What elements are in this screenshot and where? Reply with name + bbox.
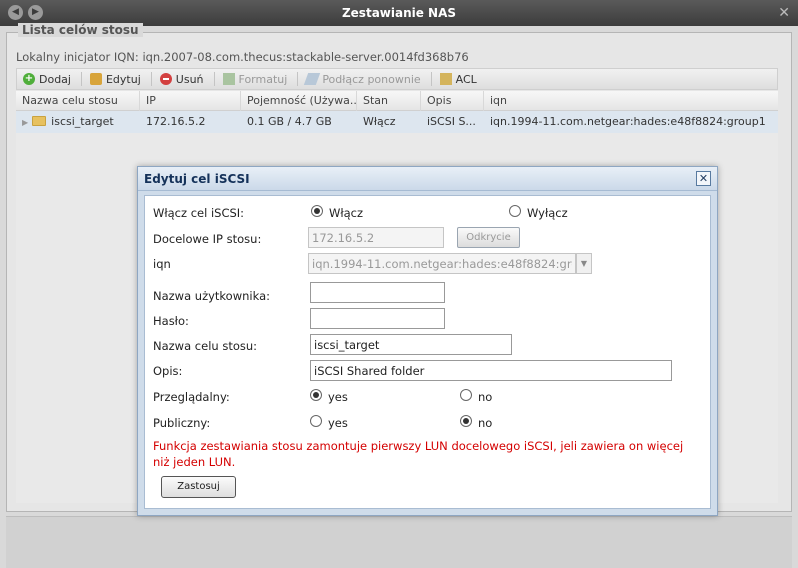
reconnect-button[interactable]: Podłącz ponownie [304,73,421,86]
row-status: Włącz [363,115,396,128]
edit-button[interactable]: Edytuj [89,73,141,86]
enable-off-label: Wyłącz [527,206,568,220]
password-input[interactable] [310,308,445,329]
window-title: Zestawianie NAS [341,6,457,20]
dialog-title: Edytuj cel iSCSI [144,172,250,186]
warning-text: Funkcja zestawiania stosu zamontuje pier… [153,439,684,469]
target-name-input[interactable] [310,334,512,355]
browsable-yes-label: yes [328,390,348,404]
password-label: Hasło: [153,314,189,328]
row-desc: iSCSI S... [427,115,476,128]
expand-icon[interactable]: ▶ [22,112,28,133]
add-button[interactable]: + Dodaj [23,73,71,86]
local-iqn: Lokalny inicjator IQN: iqn.2007-08.com.t… [16,50,469,64]
delete-icon [159,73,172,85]
discover-button[interactable]: Odkrycie [457,227,520,248]
browsable-no-label: no [478,390,493,404]
row-name: iscsi_target [51,115,114,128]
username-input[interactable] [310,282,445,303]
target-ip-input[interactable] [308,227,444,248]
target-ip-label: Docelowe IP stosu: [153,232,262,246]
format-icon [222,73,235,85]
window-close-icon[interactable]: ✕ [778,0,790,26]
panel-legend: Lista celów stosu [18,23,143,37]
apply-button[interactable]: Zastosuj [161,476,236,498]
chevron-down-icon[interactable]: ▼ [576,253,592,274]
public-no-label: no [478,416,493,430]
iqn-label: iqn [153,257,171,271]
column-header-desc[interactable]: Opis [421,91,484,111]
enable-off-radio[interactable] [509,205,521,217]
public-no-radio[interactable] [460,415,472,427]
dialog-title-bar: Edytuj cel iSCSI ✕ [138,167,717,191]
column-header-ip[interactable]: IP [140,91,241,111]
public-yes-label: yes [328,416,348,430]
column-header-capacity[interactable]: Pojemność (Używa... [241,91,357,111]
table-row[interactable]: ▶ iscsi_target 172.16.5.2 0.1 GB / 4.7 GB… [16,111,778,133]
row-ip: 172.16.5.2 [146,115,206,128]
username-label: Nazwa użytkownika: [153,289,270,303]
back-icon[interactable]: ◀ [8,5,23,20]
column-header-iqn[interactable]: iqn [484,91,778,111]
iqn-select[interactable] [308,253,576,274]
public-yes-radio[interactable] [310,415,322,427]
grid-header: Nazwa celu stosu IP Pojemność (Używa... … [16,91,778,111]
toolbar: + Dodaj Edytuj Usuń Formatuj Podłącz pono… [16,68,778,90]
dialog-body: Włącz cel iSCSI: Włącz Wyłącz Docelowe I… [144,195,711,509]
bottom-bar [6,516,792,568]
acl-icon [439,73,452,85]
row-iqn: iqn.1994-11.com.netgear:hades:e48f8824:g… [490,115,766,128]
enable-label: Włącz cel iSCSI: [153,206,245,220]
enable-on-label: Włącz [329,206,364,220]
delete-button[interactable]: Usuń [159,73,204,86]
row-capacity: 0.1 GB / 4.7 GB [247,115,332,128]
forward-icon[interactable]: ▶ [28,5,43,20]
edit-icon [89,73,102,85]
edit-iscsi-dialog: Edytuj cel iSCSI ✕ Włącz cel iSCSI: Włąc… [137,166,718,516]
dialog-close-icon[interactable]: ✕ [696,171,711,186]
acl-button[interactable]: ACL [439,73,477,86]
browsable-yes-radio[interactable] [310,389,322,401]
column-header-name[interactable]: Nazwa celu stosu [16,91,140,111]
target-name-label: Nazwa celu stosu: [153,339,258,353]
reconnect-icon [304,73,321,85]
format-button[interactable]: Formatuj [222,73,287,86]
desc-input[interactable] [310,360,672,381]
add-icon: + [23,73,35,85]
public-label: Publiczny: [153,416,211,430]
browsable-label: Przeglądalny: [153,390,230,404]
folder-icon [32,116,47,126]
enable-on-radio[interactable] [311,205,323,217]
column-header-status[interactable]: Stan [357,91,421,111]
browsable-no-radio[interactable] [460,389,472,401]
desc-label: Opis: [153,364,183,378]
